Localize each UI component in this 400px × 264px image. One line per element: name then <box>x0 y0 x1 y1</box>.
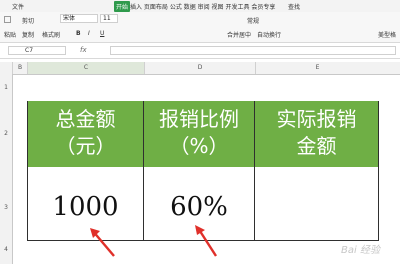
cut-button[interactable]: 剪切 <box>22 16 34 25</box>
header-line: 报销比例 <box>159 107 239 131</box>
underline-button[interactable]: U <box>100 30 104 37</box>
row-header-2[interactable]: 2 <box>0 130 12 137</box>
bold-button[interactable]: B <box>76 30 81 37</box>
formula-bar: C7 fx <box>0 44 400 59</box>
beautify-button[interactable]: 美型格 <box>378 30 396 39</box>
paste-button[interactable]: 粘贴 <box>4 30 16 39</box>
header-total-amount[interactable]: 总金额 （元） <box>27 101 144 167</box>
column-header-b[interactable]: B <box>12 62 27 74</box>
fx-icon[interactable]: fx <box>80 46 87 54</box>
menu-tabs[interactable]: 插入 页面布局 公式 数据 审阅 视图 开发工具 会员专享 <box>130 2 275 11</box>
arrow-annotation-left <box>90 228 115 257</box>
header-line: （元） <box>55 134 116 158</box>
search-label[interactable]: 查找 <box>288 2 300 11</box>
column-header-e[interactable]: E <box>255 62 379 74</box>
watermark-logo: Bai 经验 <box>341 245 380 256</box>
header-line: 金额 <box>296 134 337 158</box>
name-box[interactable]: C7 <box>8 46 66 55</box>
font-size-select[interactable]: 11 <box>100 14 118 23</box>
column-header-c[interactable]: C <box>27 62 144 74</box>
paste-icon[interactable] <box>4 16 11 23</box>
wrap-text-button[interactable]: 自动换行 <box>257 30 281 39</box>
header-reimbursement-ratio[interactable]: 报销比例 （%） <box>144 101 255 167</box>
tab-start[interactable]: 开始 <box>114 1 131 12</box>
row-header-3[interactable]: 3 <box>0 204 12 211</box>
formula-input[interactable] <box>110 46 396 55</box>
header-actual-amount[interactable]: 实际报销 金额 <box>255 101 379 167</box>
row-header-1[interactable]: 1 <box>0 84 12 91</box>
row-header-4[interactable]: 4 <box>0 246 12 253</box>
ribbon-toolbar: 剪切 常规 宋体 11 粘贴 复制 格式刷 B I U 合并居中 自动换行 美型… <box>0 12 400 43</box>
format-painter-button[interactable]: 格式刷 <box>42 30 60 39</box>
menu-file[interactable]: 文件 <box>12 2 24 11</box>
menu-bar: 文件 开始 插入 页面布局 公式 数据 审阅 视图 开发工具 会员专享 查找 <box>0 0 400 12</box>
merge-center-button[interactable]: 合并居中 <box>227 30 251 39</box>
cell-actual-amount[interactable] <box>255 167 379 241</box>
arrow-annotation-right <box>195 225 218 257</box>
copy-button[interactable]: 复制 <box>22 30 34 39</box>
header-line: 总金额 <box>55 107 116 131</box>
column-headers: B C D E <box>0 62 400 75</box>
font-name-select[interactable]: 宋体 <box>60 14 98 23</box>
row-headers: 1 2 3 4 <box>0 74 13 264</box>
header-line: （%） <box>169 134 229 158</box>
header-line: 实际报销 <box>276 107 357 131</box>
italic-button[interactable]: I <box>88 30 90 37</box>
column-header-d[interactable]: D <box>144 62 255 74</box>
number-format-field[interactable]: 常规 <box>247 16 259 25</box>
